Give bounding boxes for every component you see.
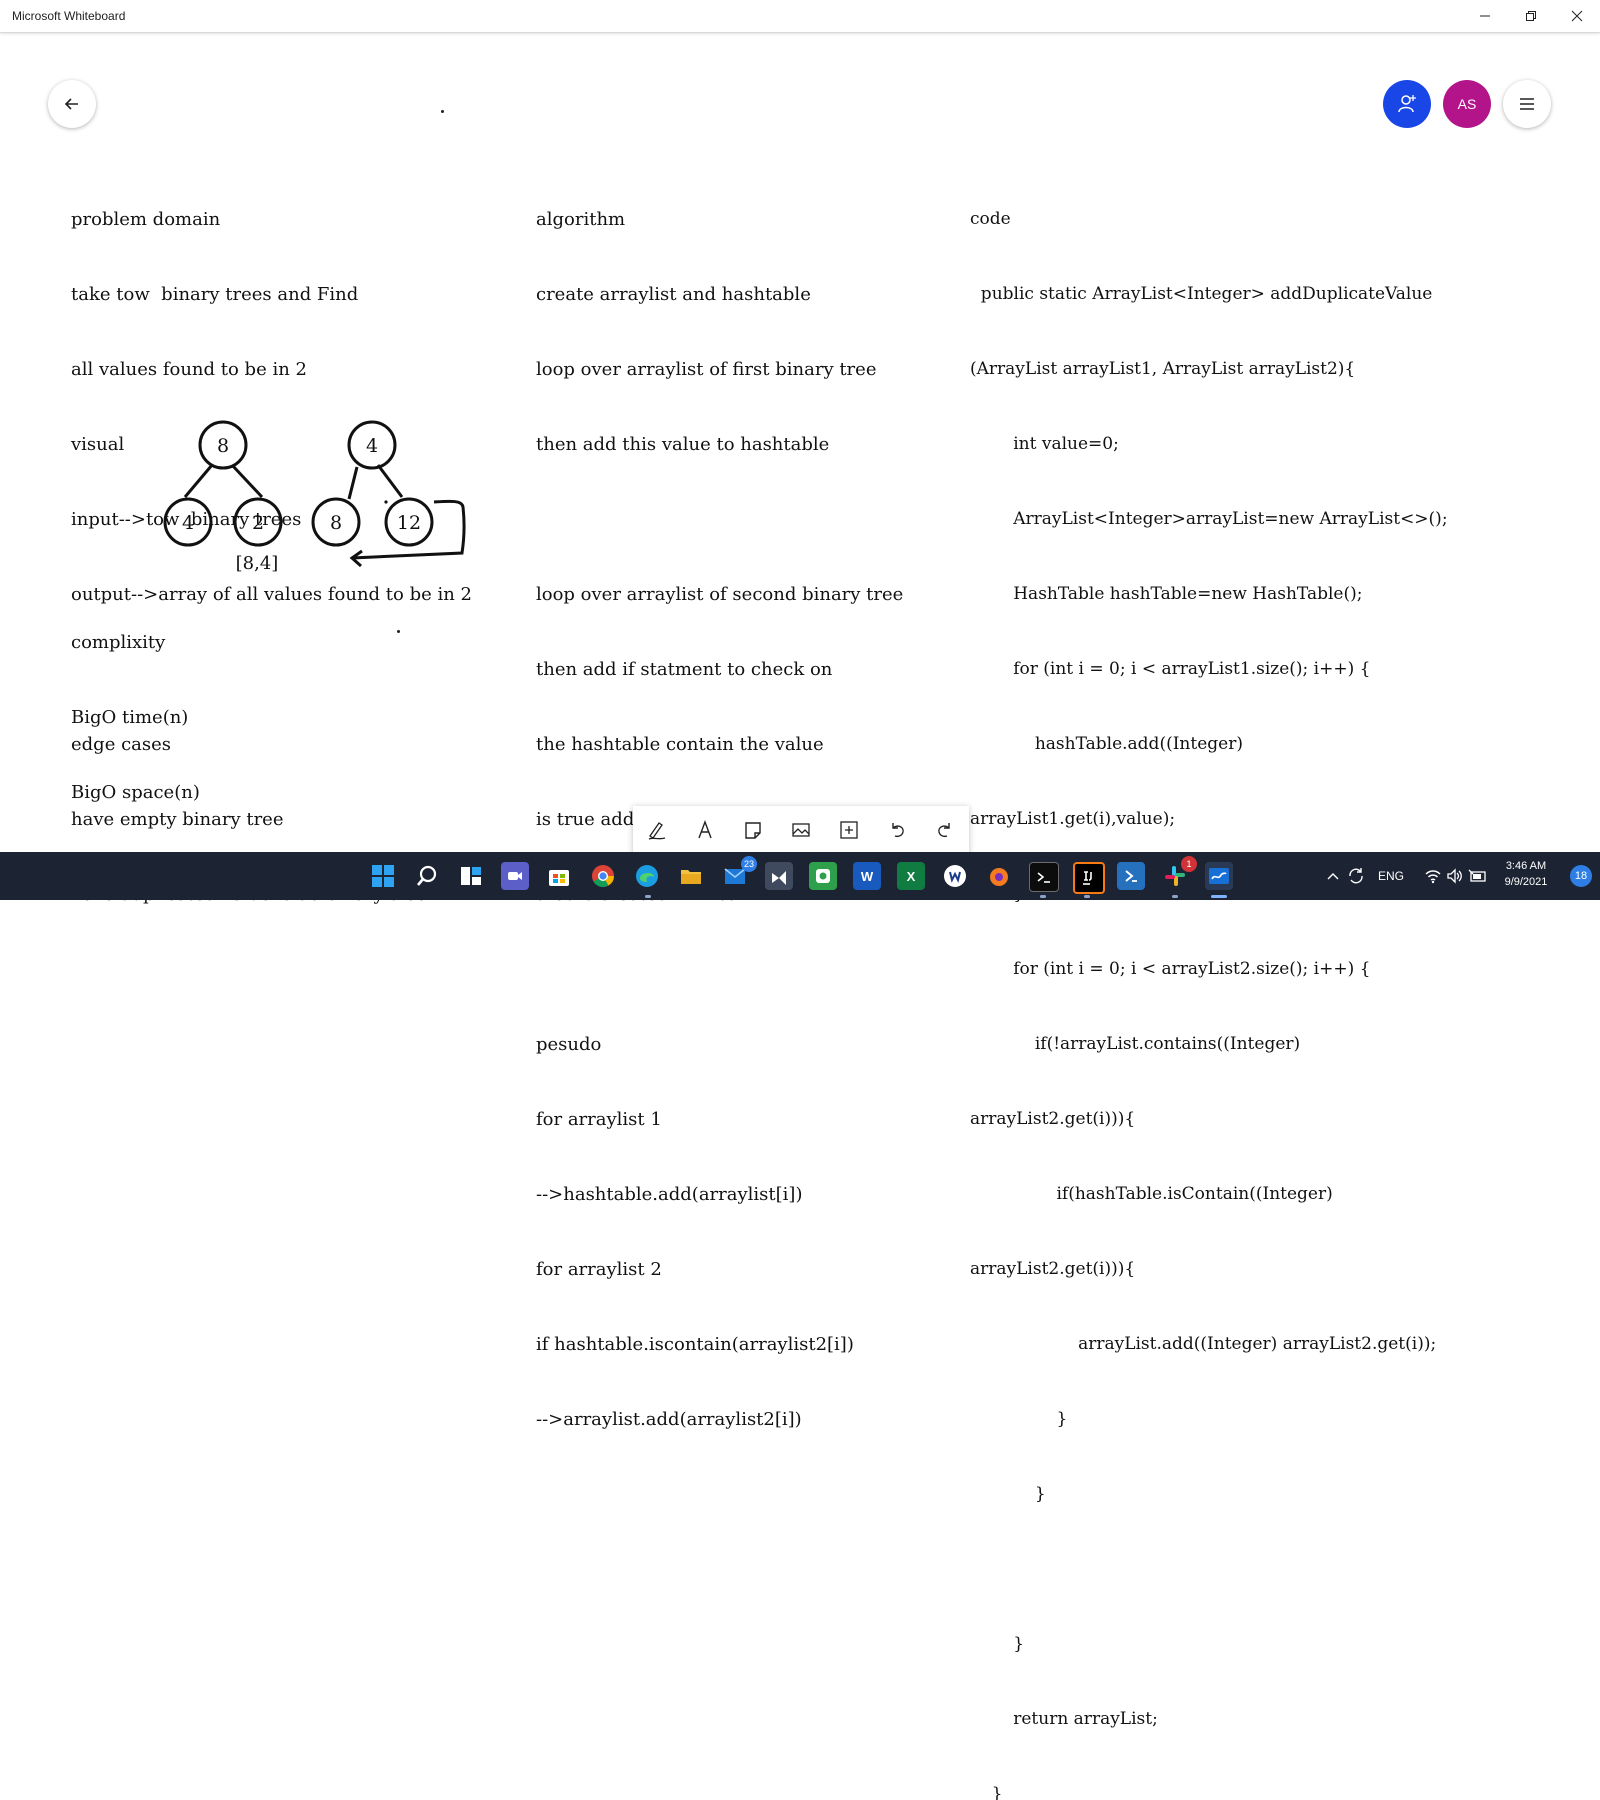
text-icon [698, 820, 712, 839]
clock-time: 3:46 AM [1505, 860, 1547, 872]
insert-icon [840, 821, 858, 839]
app-green-icon[interactable] [809, 862, 837, 890]
edge-icon[interactable] [633, 862, 661, 890]
tree2-right: 12 [397, 512, 421, 534]
whiteboard-icon[interactable] [1205, 862, 1233, 890]
chevron-up-icon[interactable] [1326, 870, 1340, 882]
chrome-icon[interactable] [589, 862, 617, 890]
wifi-icon[interactable] [1424, 867, 1442, 885]
active-app-indicator [1211, 895, 1227, 898]
redo-icon [938, 823, 950, 838]
running-indicator [1084, 895, 1090, 898]
intellij-icon[interactable] [1073, 862, 1105, 894]
slack-badge: 1 [1181, 856, 1197, 872]
whiteboard-toolbar [633, 806, 969, 854]
search-icon[interactable] [413, 862, 441, 890]
mail-badge: 23 [741, 856, 757, 872]
add-person-icon [1398, 95, 1416, 113]
close-button[interactable] [1554, 0, 1600, 32]
tree2-left: 8 [330, 512, 342, 534]
visual-label[interactable]: visual [71, 432, 124, 457]
mail-icon[interactable]: 23 [721, 856, 757, 890]
complexity-note[interactable]: complixity BigO time(n) BigO space(n) [71, 580, 200, 830]
file-explorer-icon[interactable] [677, 862, 705, 890]
minimize-icon [1480, 15, 1490, 17]
chat-icon[interactable] [501, 862, 529, 890]
slack-icon[interactable]: 1 [1161, 856, 1197, 890]
binary-trees-drawing[interactable]: 8 4 2 4 8 12 [8,4] [150, 415, 490, 585]
running-indicator [1040, 895, 1046, 898]
back-arrow-icon [64, 98, 78, 110]
code-note[interactable]: code public static ArrayList<Integer> ad… [970, 157, 1448, 1800]
share-button[interactable] [1383, 80, 1431, 128]
task-view-icon[interactable] [457, 862, 485, 890]
title-bar: Microsoft Whiteboard [0, 0, 1600, 33]
avatar-initials: AS [1457, 96, 1477, 112]
running-indicator [645, 895, 651, 898]
tree1-right: 2 [252, 512, 264, 534]
undo-icon [892, 823, 904, 838]
sync-icon[interactable] [1346, 866, 1366, 886]
restore-icon [1526, 11, 1536, 21]
app-blue-icon[interactable] [941, 862, 969, 890]
word-icon[interactable]: W [853, 862, 881, 890]
image-tool-button[interactable] [781, 810, 821, 850]
insert-tool-button[interactable] [829, 810, 869, 850]
image-icon [792, 823, 810, 837]
restore-button[interactable] [1508, 0, 1554, 32]
volume-icon[interactable] [1446, 867, 1464, 885]
excel-icon[interactable]: X [897, 862, 925, 890]
pen-tool-button[interactable] [637, 810, 677, 850]
running-indicator [1172, 895, 1178, 898]
visual-studio-icon[interactable] [765, 862, 793, 890]
powershell-icon[interactable] [1117, 862, 1145, 890]
battery-icon[interactable] [1468, 867, 1488, 885]
clock[interactable]: 3:46 AM 9/9/2021 [1496, 858, 1556, 890]
ink-dot [441, 110, 444, 113]
store-icon[interactable] [545, 862, 573, 890]
menu-button[interactable] [1503, 80, 1551, 128]
undo-button[interactable] [877, 810, 917, 850]
avatar[interactable]: AS [1443, 80, 1491, 128]
app-orange-icon[interactable] [985, 862, 1013, 890]
window-title: Microsoft Whiteboard [12, 9, 126, 23]
close-icon [1571, 10, 1583, 22]
back-button[interactable] [48, 80, 96, 128]
hamburger-menu-icon [1520, 98, 1534, 110]
minimize-button[interactable] [1462, 0, 1508, 32]
text-tool-button[interactable] [685, 810, 725, 850]
tree1-root: 8 [217, 435, 229, 457]
sticky-note-tool-button[interactable] [733, 810, 773, 850]
terminal-icon[interactable] [1029, 862, 1059, 892]
sticky-note-icon [745, 822, 761, 839]
notification-badge[interactable]: 18 [1570, 865, 1592, 887]
pen-icon [648, 822, 666, 840]
tree1-left: 4 [182, 512, 194, 534]
tree2-root: 4 [366, 435, 378, 457]
result-note: [8,4] [236, 553, 279, 574]
language-indicator[interactable]: ENG [1378, 869, 1404, 883]
start-icon[interactable] [369, 862, 397, 890]
clock-date: 9/9/2021 [1504, 876, 1548, 888]
redo-button[interactable] [925, 810, 965, 850]
system-tray: ENG 3:46 AM 9/9/2021 18 [1326, 852, 1600, 900]
